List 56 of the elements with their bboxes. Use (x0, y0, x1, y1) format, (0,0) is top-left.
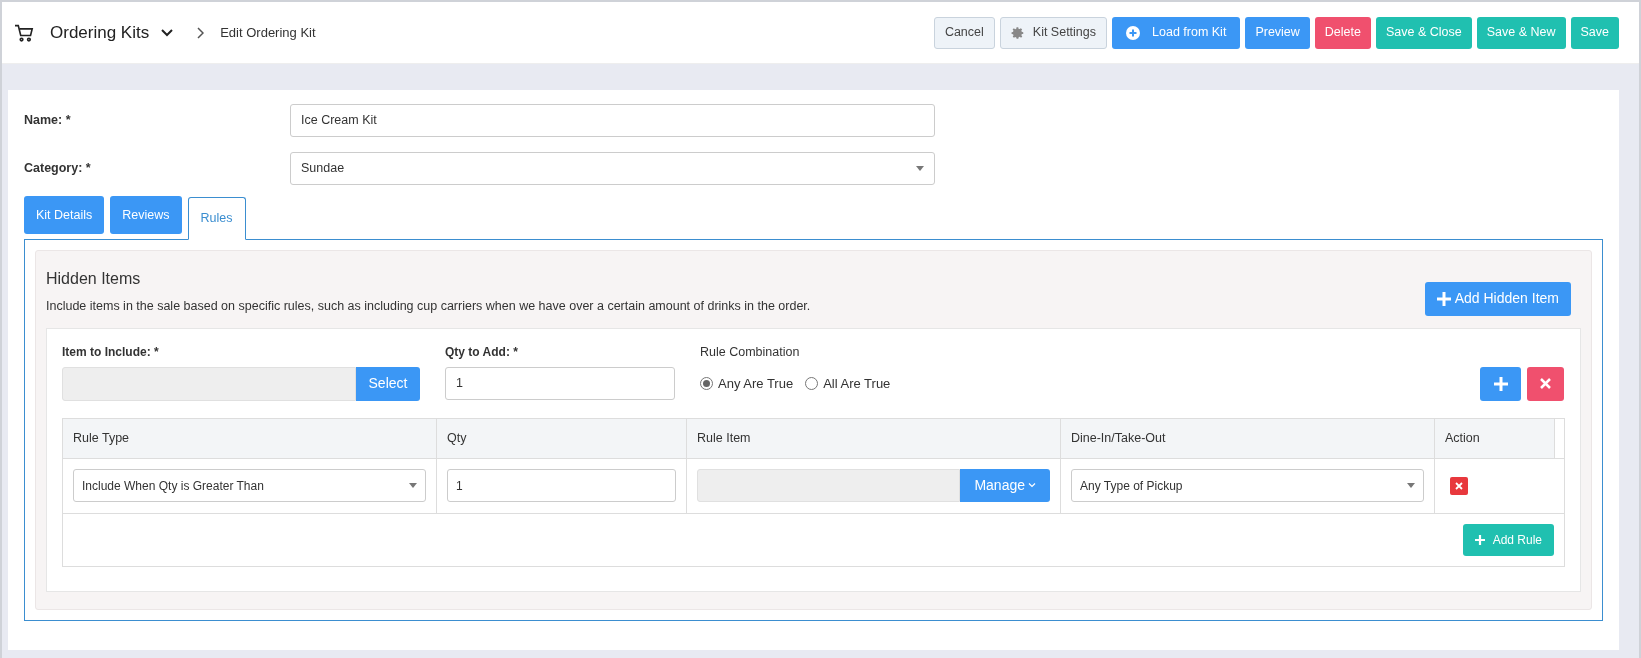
category-select[interactable]: Sundae (290, 152, 935, 185)
pickup-type-select[interactable]: Any Type of Pickup (1071, 469, 1424, 503)
rule-item-input-field[interactable] (697, 469, 961, 503)
name-input-field[interactable]: Ice Cream Kit (290, 104, 935, 137)
column-header: Rule Type (63, 418, 437, 458)
chevron-down-icon (1028, 483, 1036, 489)
tab[interactable]: Kit Details (24, 196, 105, 234)
plus-icon (1493, 376, 1508, 391)
tab[interactable]: Reviews (110, 196, 182, 234)
toolbar-button[interactable]: Preview (1245, 16, 1310, 49)
column-header: Action (1435, 418, 1555, 458)
toolbar-button[interactable]: Save & Close (1376, 16, 1472, 49)
remove-button[interactable] (1527, 366, 1564, 401)
add-rule-button[interactable]: Add Rule (1462, 523, 1554, 556)
dropdown-caret-icon (409, 483, 417, 489)
toolbar-button[interactable]: Save & New (1476, 16, 1566, 49)
add-button[interactable] (1480, 366, 1521, 401)
field-label: Qty to Add: * (445, 343, 519, 361)
field-label: Item to Include: * (62, 343, 160, 361)
plus-icon (1474, 534, 1485, 545)
plus-icon (1436, 291, 1451, 306)
column-header: Qty (437, 418, 687, 458)
plus-circle-icon (1126, 25, 1141, 40)
gear-icon (1010, 25, 1025, 40)
field-label: Category: * (24, 160, 92, 178)
toolbar-button[interactable]: Load from Kit (1112, 16, 1241, 49)
add-hidden-item-button[interactable]: Add Hidden Item (1424, 281, 1571, 316)
rule-type-select[interactable]: Include When Qty is Greater Than (73, 469, 426, 503)
qty-input-field[interactable]: 1 (447, 469, 676, 503)
field-label: Name: * (24, 112, 72, 130)
column-header: Rule Item (687, 418, 1061, 458)
manage-button[interactable]: Manage (960, 469, 1050, 503)
qty-input-field[interactable]: 1 (445, 366, 675, 400)
item-input-field[interactable] (62, 366, 356, 401)
section-description: Include items in the sale based on specific rules, such as including cup carriers when we have over a certain amount of drinks in the order. (46, 298, 811, 315)
select-button[interactable]: Select (356, 366, 420, 401)
chevron-right-icon (197, 26, 205, 39)
close-icon (1540, 378, 1551, 390)
field-label: Rule Combination (700, 343, 801, 361)
module-title: Ordering Kits (50, 21, 150, 44)
column-header: Dine-In/Take-Out (1061, 418, 1435, 458)
toolbar-button[interactable]: Kit Settings (999, 16, 1108, 49)
cart-icon (14, 23, 34, 42)
radio-option[interactable]: Any Are True (700, 373, 794, 393)
delete-rule-button[interactable] (1450, 476, 1468, 495)
toolbar-button[interactable]: Delete (1314, 16, 1371, 49)
toolbar-button[interactable]: Save (1570, 16, 1619, 49)
section-title: Hidden Items (46, 269, 142, 289)
tab[interactable]: Rules (187, 197, 246, 240)
toolbar-button[interactable]: Cancel (933, 16, 995, 49)
radio-option[interactable]: All Are True (805, 373, 891, 393)
breadcrumb-text: Edit Ordering Kit (220, 23, 316, 42)
dropdown-caret-icon (916, 166, 924, 171)
close-icon (1455, 481, 1463, 490)
dropdown-caret-icon (1407, 483, 1415, 489)
chevron-down-icon[interactable] (161, 28, 174, 37)
